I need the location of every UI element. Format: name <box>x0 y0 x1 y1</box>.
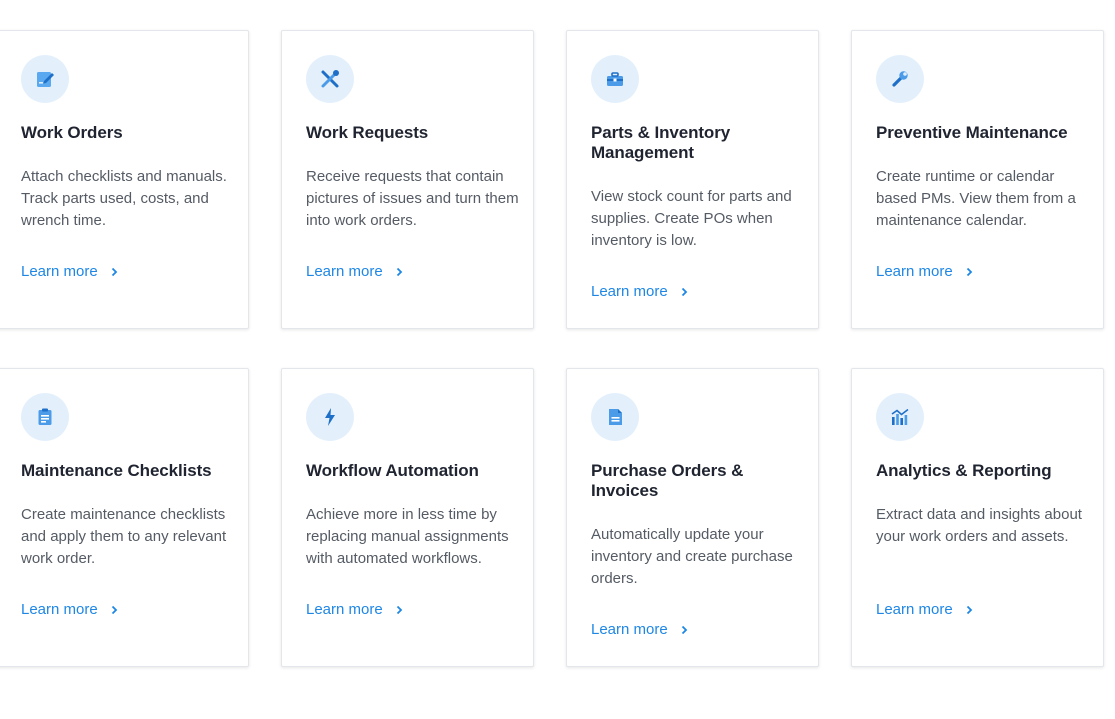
feature-card-work-requests: Work Requests Receive requests that cont… <box>281 30 534 329</box>
learn-more-link[interactable]: Learn more <box>21 601 119 618</box>
feature-card-work-orders: Work Orders Attach checklists and manual… <box>0 30 249 329</box>
card-description: View stock count for parts and supplies.… <box>591 188 792 249</box>
toolbox-icon <box>591 55 639 103</box>
card-title: Workflow Automation <box>306 461 479 480</box>
learn-more-link[interactable]: Learn more <box>591 621 689 638</box>
card-description: Receive requests that contain pictures o… <box>306 168 519 229</box>
analytics-chart-icon <box>876 393 924 441</box>
feature-card-purchase-orders: Purchase Orders & Invoices Automatically… <box>566 368 819 667</box>
chevron-right-icon <box>396 267 402 276</box>
learn-more-label: Learn more <box>876 601 953 618</box>
card-description: Extract data and insights about your wor… <box>876 506 1082 545</box>
clipboard-icon <box>21 393 69 441</box>
learn-more-link[interactable]: Learn more <box>306 601 404 618</box>
card-title: Preventive Maintenance <box>876 123 1068 142</box>
card-description: Create runtime or calendar based PMs. Vi… <box>876 168 1076 229</box>
feature-card-analytics-reporting: Analytics & Reporting Extract data and i… <box>851 368 1104 667</box>
learn-more-label: Learn more <box>306 601 383 618</box>
learn-more-label: Learn more <box>306 263 383 280</box>
chevron-right-icon <box>681 287 687 296</box>
card-description: Automatically update your inventory and … <box>591 526 793 587</box>
learn-more-link[interactable]: Learn more <box>306 263 404 280</box>
learn-more-label: Learn more <box>21 263 98 280</box>
chevron-right-icon <box>966 267 972 276</box>
work-order-edit-icon <box>21 55 69 103</box>
chevron-right-icon <box>111 605 117 614</box>
feature-card-preventive-maintenance: Preventive Maintenance Create runtime or… <box>851 30 1104 329</box>
wrench-icon <box>876 55 924 103</box>
chevron-right-icon <box>681 625 687 634</box>
learn-more-link[interactable]: Learn more <box>21 263 119 280</box>
learn-more-link[interactable]: Learn more <box>876 263 974 280</box>
tools-icon <box>306 55 354 103</box>
chevron-right-icon <box>966 605 972 614</box>
feature-card-maintenance-checklists: Maintenance Checklists Create maintenanc… <box>0 368 249 667</box>
feature-card-workflow-automation: Workflow Automation Achieve more in less… <box>281 368 534 667</box>
feature-card-parts-inventory: Parts & Inventory Management View stock … <box>566 30 819 329</box>
card-description: Attach checklists and manuals. Track par… <box>21 168 227 229</box>
card-description: Create maintenance checklists and apply … <box>21 506 227 567</box>
learn-more-label: Learn more <box>876 263 953 280</box>
card-title: Work Orders <box>21 123 123 142</box>
chevron-right-icon <box>396 605 402 614</box>
learn-more-label: Learn more <box>21 601 98 618</box>
learn-more-link[interactable]: Learn more <box>876 601 974 618</box>
card-title: Purchase Orders & Invoices <box>591 461 744 500</box>
learn-more-label: Learn more <box>591 621 668 638</box>
card-description: Achieve more in less time by replacing m… <box>306 506 509 567</box>
learn-more-link[interactable]: Learn more <box>591 283 689 300</box>
card-title: Maintenance Checklists <box>21 461 212 480</box>
card-title: Analytics & Reporting <box>876 461 1052 480</box>
card-title: Work Requests <box>306 123 429 142</box>
card-title: Parts & Inventory Management <box>591 123 731 162</box>
document-icon <box>591 393 639 441</box>
chevron-right-icon <box>111 267 117 276</box>
lightning-icon <box>306 393 354 441</box>
learn-more-label: Learn more <box>591 283 668 300</box>
